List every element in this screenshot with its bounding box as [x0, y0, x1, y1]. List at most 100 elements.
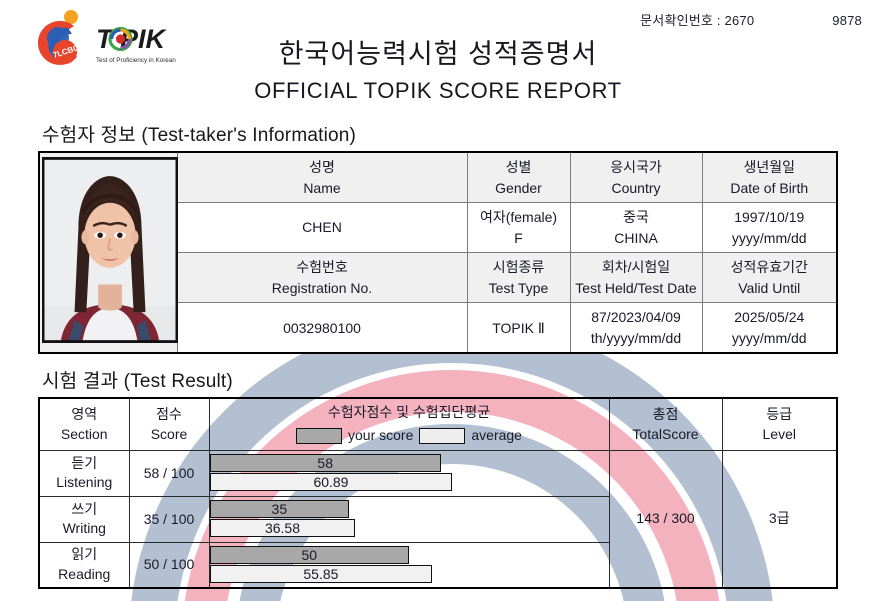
result-section-listening-ko: 듣기 — [71, 454, 98, 471]
result-header-section: 영역 Section — [38, 397, 130, 451]
report-titles: 한국어능력시험 성적증명서 OFFICIAL TOPIK SCORE REPOR… — [0, 38, 876, 105]
result-total-score: 143 / 300 — [608, 449, 723, 589]
legend-swatch-average — [419, 427, 466, 444]
info-header-dob: 생년월일 Date of Birth — [701, 151, 838, 204]
test-taker-info-table: 성명 Name 성별 Gender 응시국가 Country 생년월일 Date… — [38, 151, 838, 355]
info-header-country-ko: 응시국가 — [610, 159, 662, 176]
bar-your-score-reading: 50 — [209, 546, 409, 565]
info-header-name-en: Name — [303, 179, 341, 196]
info-value-testheld: 87/2023/04/09 th/yyyy/mm/dd — [569, 302, 703, 354]
result-table-wrapper: 영역 Section 점수 Score 수험자점수 및 수험집단평균 your … — [38, 397, 838, 590]
bar-group-reading: 50 55.85 — [209, 543, 609, 587]
info-header-dob-ko: 생년월일 — [743, 159, 796, 176]
section-heading-info: 수험자 정보 (Test-taker's Information) — [42, 125, 357, 146]
result-header-level: 등급 Level — [721, 397, 838, 451]
info-value-regno: 0032980100 — [176, 302, 468, 354]
result-bars-reading: 50 55.85 — [208, 541, 610, 589]
title-english: OFFICIAL TOPIK SCORE REPORT — [254, 77, 622, 103]
result-score-listening: 58 / 100 — [128, 449, 210, 497]
info-value-regno-line1: 0032980100 — [283, 319, 361, 336]
info-header-testtype-ko: 시험종류 — [492, 259, 545, 276]
result-header-chart: 수험자점수 및 수험집단평균 your score average — [208, 397, 610, 451]
result-header-score-en: Score — [150, 425, 188, 442]
info-header-name-ko: 성명 — [309, 159, 335, 176]
result-header-row: 영역 Section 점수 Score 수험자점수 및 수험집단평균 your … — [38, 397, 838, 451]
info-header-country: 응시국가 Country — [569, 151, 703, 204]
result-header-score-ko: 점수 — [156, 405, 182, 422]
score-report-page: 문서확인번호 : 2670 9878 7LCBO T PIK Test of Pr… — [0, 0, 876, 601]
info-value-testheld-line1: 87/2023/04/09 — [591, 309, 681, 326]
result-bars-writing: 35 36.58 — [208, 495, 610, 543]
info-value-country-line2: CHINA — [614, 229, 658, 246]
result-header-level-ko: 등급 — [766, 405, 793, 422]
result-section-reading-en: Reading — [58, 566, 111, 583]
section-heading-result: 시험 결과 (Test Result) — [42, 371, 233, 393]
bar-your-score-listening: 58 — [209, 454, 441, 473]
info-value-country-line1: 중국 — [623, 209, 649, 226]
info-value-validuntil: 2025/05/24 yyyy/mm/dd — [701, 302, 838, 354]
info-value-gender-line2: F — [514, 229, 523, 246]
info-value-validuntil-line2: yyyy/mm/dd — [731, 329, 807, 346]
info-header-testtype-en: Test Type — [488, 279, 549, 296]
info-header-validuntil: 성적유효기간 Valid Until — [701, 252, 838, 304]
result-section-reading: 읽기 Reading — [38, 541, 130, 589]
result-header-level-en: Level — [762, 425, 796, 442]
info-value-validuntil-line1: 2025/05/24 — [734, 309, 805, 326]
result-header-totalscore-ko: 총점 — [652, 405, 679, 422]
result-header-totalscore-en: TotalScore — [632, 425, 699, 442]
result-section-writing-en: Writing — [62, 520, 106, 537]
result-header-chart-ko: 수험자점수 및 수험집단평균 — [327, 404, 491, 421]
info-table-wrapper: 성명 Name 성별 Gender 응시국가 Country 생년월일 Date… — [38, 151, 838, 355]
info-value-country: 중국 CHINA — [569, 202, 703, 254]
bar-average-reading: 55.85 — [209, 565, 433, 584]
result-score-writing: 35 / 100 — [128, 495, 210, 543]
info-value-name-line1: CHEN — [302, 219, 342, 236]
info-value-gender: 여자(female) F — [466, 202, 571, 254]
info-value-testtype: TOPIK Ⅱ — [466, 302, 571, 354]
result-section-writing: 쓰기 Writing — [38, 495, 130, 543]
info-header-name: 성명 Name — [176, 151, 468, 204]
info-header-gender-en: Gender — [495, 179, 542, 196]
info-value-dob: 1997/10/19 yyyy/mm/dd — [701, 202, 838, 254]
test-result-table: 영역 Section 점수 Score 수험자점수 및 수험집단평균 your … — [38, 397, 838, 590]
result-header-section-en: Section — [60, 425, 108, 442]
result-section-reading-ko: 읽기 — [71, 546, 98, 563]
result-header-totalscore: 총점 TotalScore — [608, 397, 723, 451]
info-header-validuntil-en: Valid Until — [738, 279, 801, 296]
info-header-dob-en: Date of Birth — [730, 179, 809, 196]
document-number-suffix: 9878 — [832, 13, 862, 28]
info-value-name: CHEN — [176, 202, 468, 254]
legend-label-average: average — [471, 427, 522, 444]
info-header-gender-ko: 성별 — [505, 159, 532, 176]
result-score-reading: 50 / 100 — [128, 541, 210, 589]
document-number-prefix: 2670 — [724, 13, 755, 28]
bar-your-score-writing: 35 — [209, 500, 350, 519]
title-korean: 한국어능력시험 성적증명서 — [278, 39, 598, 69]
bar-group-listening: 58 60.89 — [209, 451, 609, 495]
result-section-listening-en: Listening — [56, 474, 113, 491]
info-header-gender: 성별 Gender — [466, 151, 571, 204]
photo-cell — [38, 151, 178, 354]
info-value-gender-line1: 여자(female) — [479, 209, 558, 226]
legend-swatch-your-score — [296, 427, 343, 444]
info-value-testtype-line1: TOPIK Ⅱ — [492, 319, 545, 336]
bar-average-listening: 60.89 — [209, 473, 453, 492]
info-value-testheld-line2: th/yyyy/mm/dd — [590, 329, 682, 346]
result-header-score: 점수 Score — [128, 397, 210, 451]
info-value-dob-line2: yyyy/mm/dd — [731, 229, 807, 246]
result-level: 3급 — [721, 449, 838, 589]
document-number-label: 문서확인번호 : — [640, 13, 721, 28]
info-header-regno: 수험번호 Registration No. — [176, 252, 468, 304]
bar-group-writing: 35 36.58 — [209, 497, 609, 541]
info-header-testheld-ko: 회차/시험일 — [601, 259, 671, 276]
info-header-regno-en: Registration No. — [271, 279, 373, 296]
info-header-country-en: Country — [611, 179, 661, 196]
report-header: 문서확인번호 : 2670 9878 7LCBO T PIK Test of Pr… — [0, 0, 876, 120]
result-header-section-ko: 영역 — [71, 405, 98, 422]
result-section-listening: 듣기 Listening — [38, 449, 130, 497]
document-number: 문서확인번호 : 2670 9878 — [640, 10, 862, 29]
bar-average-writing: 36.58 — [209, 519, 356, 538]
info-value-dob-line1: 1997/10/19 — [734, 209, 805, 226]
info-header-row-1: 성명 Name 성별 Gender 응시국가 Country 생년월일 Date… — [38, 151, 838, 354]
chart-legend: your score average — [211, 426, 608, 446]
